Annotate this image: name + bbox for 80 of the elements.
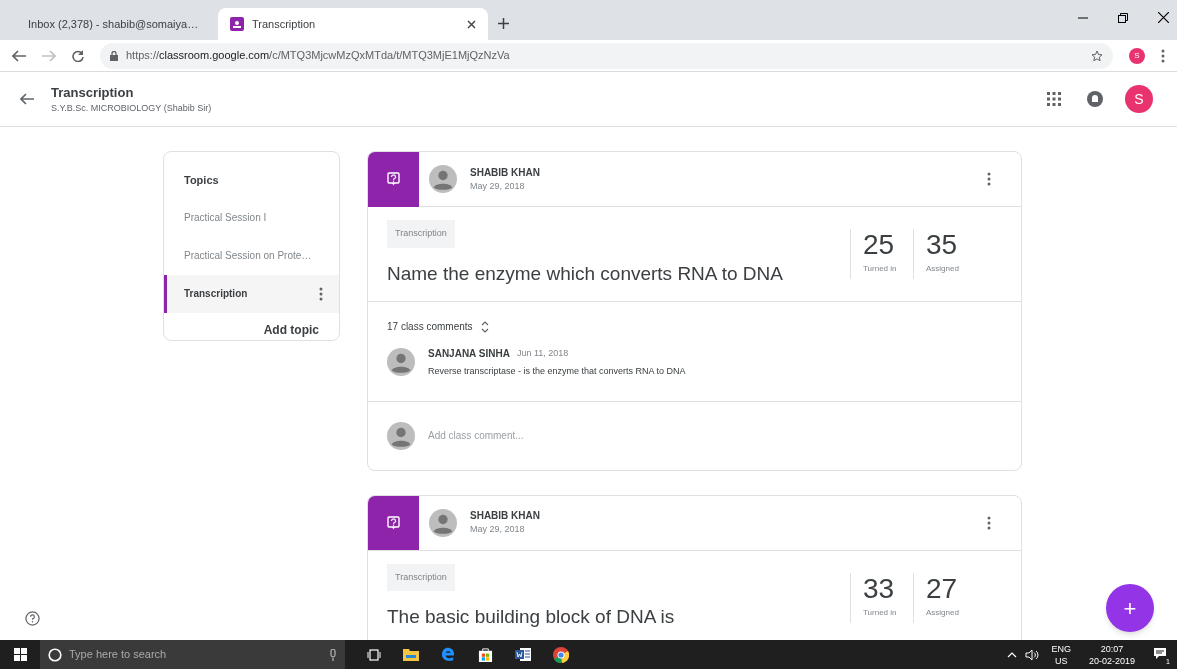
- topic-chip: Transcription: [387, 563, 455, 591]
- question-title[interactable]: Name the enzyme which converts RNA to DNA: [387, 259, 850, 288]
- topic-item[interactable]: Practical Session on Prote…: [164, 236, 339, 275]
- classroom-icon: [230, 17, 244, 31]
- help-icon[interactable]: [25, 611, 40, 626]
- back-icon[interactable]: [12, 49, 26, 62]
- stat-number[interactable]: 33: [863, 572, 913, 605]
- windows-icon[interactable]: [13, 648, 27, 661]
- topic-item[interactable]: Practical Session I: [164, 198, 339, 237]
- lock-icon: [110, 50, 118, 61]
- post-date: May 29, 2018: [470, 179, 526, 193]
- question-icon: [387, 172, 400, 186]
- topics-heading: Topics: [184, 173, 220, 188]
- microphone-icon[interactable]: [329, 648, 337, 661]
- post-date: May 29, 2018: [470, 523, 526, 537]
- avatar-icon: [429, 508, 457, 537]
- question-icon: [387, 515, 400, 530]
- comment-author: SANJANA SINHA: [428, 347, 510, 361]
- close-icon[interactable]: [467, 19, 476, 29]
- back-icon[interactable]: [20, 93, 34, 105]
- chevron-up-icon[interactable]: [1007, 651, 1018, 658]
- topic-label: Transcription: [184, 287, 249, 301]
- expand-icon[interactable]: [480, 319, 489, 334]
- tab-title: Transcription: [252, 16, 317, 32]
- author-name: SHABIB KHAN: [470, 509, 540, 524]
- region-code[interactable]: US: [1054, 654, 1068, 667]
- cortana-icon: [48, 647, 62, 662]
- taskbar-search[interactable]: Type here to search: [40, 640, 345, 669]
- comments-count[interactable]: 17 class comments: [387, 319, 473, 334]
- add-topic-link[interactable]: Add topic: [263, 320, 319, 339]
- stat-number[interactable]: 25: [863, 229, 913, 261]
- stat-label: Assigned: [926, 606, 960, 619]
- more-icon[interactable]: [987, 515, 991, 530]
- clock-time[interactable]: 20:07: [1100, 642, 1124, 655]
- address-bar[interactable]: https://classroom.google.com/c/MTQ3MjcwMzQxMTda/t/MTQ3MjE1MjQzNzVa: [100, 42, 1113, 69]
- reload-icon[interactable]: [72, 49, 84, 62]
- avatar-icon: [387, 421, 415, 450]
- more-icon[interactable]: [319, 286, 323, 301]
- search-placeholder: Type here to search: [69, 647, 168, 663]
- comment-text: Reverse transcriptase - is the enzyme that converts RNA to DNA: [428, 365, 686, 378]
- store-icon[interactable]: [478, 647, 493, 662]
- topic-label: Practical Session on Prote…: [184, 249, 313, 263]
- stat-number[interactable]: 27: [926, 572, 976, 605]
- avatar-icon: [387, 348, 415, 377]
- stat-number[interactable]: 35: [926, 229, 976, 261]
- apps-grid-icon[interactable]: [1047, 92, 1061, 106]
- restore-icon[interactable]: [1118, 12, 1128, 23]
- volume-icon[interactable]: [1025, 648, 1040, 661]
- user-avatar[interactable]: S: [1125, 85, 1153, 113]
- author-name: SHABIB KHAN: [470, 165, 540, 180]
- close-icon[interactable]: [1158, 12, 1169, 23]
- word-icon[interactable]: [515, 647, 531, 662]
- browser-tab[interactable]: Transcription: [218, 8, 488, 40]
- topic-chip: Transcription: [387, 220, 455, 248]
- chrome-icon[interactable]: [553, 646, 569, 663]
- new-tab-icon[interactable]: [498, 18, 509, 29]
- comment-date: Jun 11, 2018: [516, 346, 569, 360]
- tab-title: Inbox (2,378) - shabib@somaiya…: [28, 16, 199, 32]
- clock-date[interactable]: 20-02-2019: [1088, 654, 1135, 667]
- topic-label: Practical Session I: [184, 211, 268, 225]
- profile-avatar[interactable]: S: [1129, 47, 1145, 64]
- topic-item[interactable]: Transcription: [164, 274, 339, 313]
- edge-icon[interactable]: [441, 647, 456, 662]
- url-text: https://classroom.google.com/c/MTQ3MjcwMzQxMTda/t/MTQ3MjE1MjQzNzVa: [126, 48, 511, 64]
- class-name: S.Y.B.Sc. MICROBIOLOGY (Shabib Sir): [51, 102, 212, 115]
- question-title[interactable]: The basic building block of DNA is: [387, 603, 850, 632]
- bell-icon[interactable]: [1087, 91, 1103, 107]
- task-view-icon[interactable]: [367, 648, 381, 661]
- folder-icon[interactable]: [403, 648, 419, 661]
- menu-icon[interactable]: [1161, 48, 1165, 63]
- create-button[interactable]: +: [1106, 584, 1154, 632]
- avatar-icon: [429, 165, 457, 193]
- star-icon[interactable]: [1091, 49, 1103, 62]
- stat-label: Assigned: [926, 263, 960, 275]
- stat-label: Turned in: [863, 263, 898, 275]
- stat-label: Turned in: [863, 606, 898, 619]
- more-icon[interactable]: [987, 172, 991, 186]
- comment-field[interactable]: Add class comment...: [428, 428, 1002, 443]
- page-title: Transcription: [51, 83, 135, 102]
- language-code[interactable]: ENG: [1051, 642, 1071, 655]
